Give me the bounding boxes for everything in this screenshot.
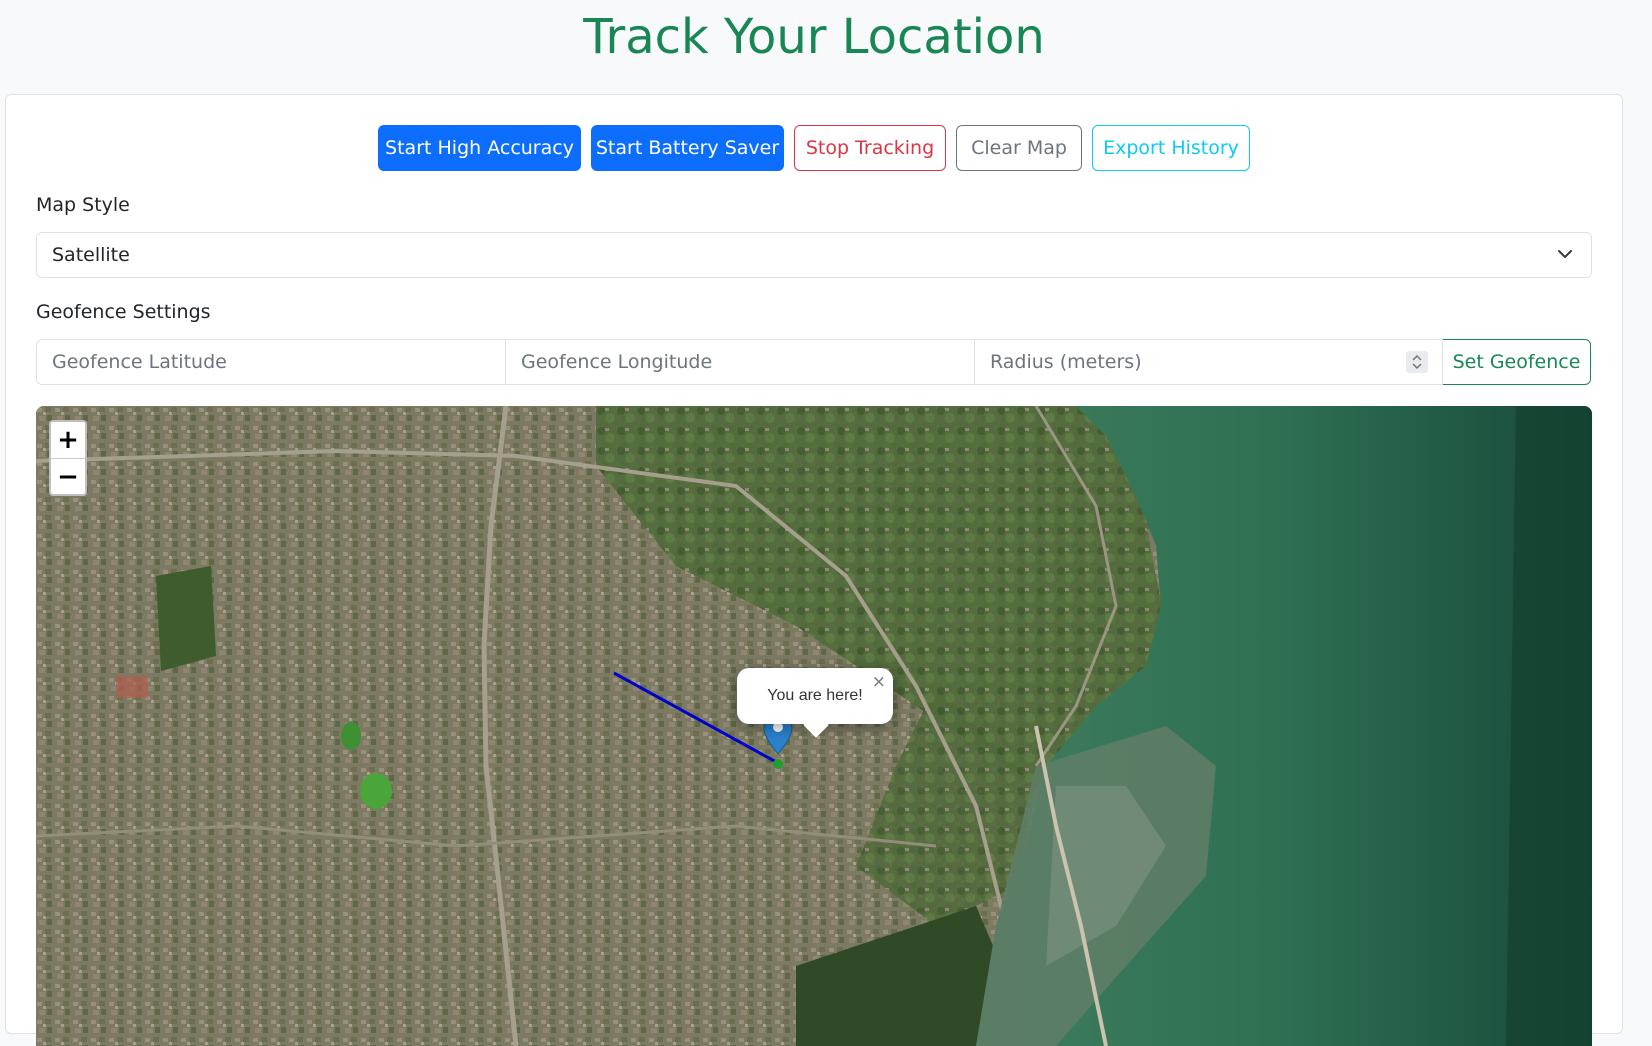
map-style-selected-value: Satellite bbox=[52, 244, 130, 266]
start-battery-saver-button[interactable]: Start Battery Saver bbox=[591, 125, 784, 171]
track-start-point bbox=[773, 759, 783, 769]
geofence-radius-placeholder: Radius (meters) bbox=[990, 351, 1142, 373]
main-card: Start High Accuracy Start Battery Saver … bbox=[5, 94, 1623, 1046]
geofence-latitude-input[interactable]: Geofence Latitude bbox=[36, 339, 506, 385]
zoom-control: + − bbox=[49, 420, 87, 496]
geofence-radius-input[interactable]: Radius (meters) bbox=[974, 339, 1443, 385]
geofence-input-group: Geofence Latitude Geofence Longitude Rad… bbox=[36, 339, 1592, 385]
tracking-button-row: Start High Accuracy Start Battery Saver … bbox=[6, 125, 1622, 171]
set-geofence-button[interactable]: Set Geofence bbox=[1442, 339, 1591, 385]
number-spinner-icon[interactable] bbox=[1406, 351, 1428, 373]
start-high-accuracy-button[interactable]: Start High Accuracy bbox=[378, 125, 581, 171]
location-popup: You are here! × bbox=[737, 668, 893, 738]
zoom-in-button[interactable]: + bbox=[51, 422, 85, 459]
close-icon[interactable]: × bbox=[872, 672, 886, 692]
clear-map-button[interactable]: Clear Map bbox=[956, 125, 1082, 171]
satellite-map[interactable]: + − You are here! × bbox=[36, 406, 1592, 1046]
chevron-down-icon bbox=[1558, 250, 1572, 258]
map-style-label: Map Style bbox=[36, 194, 130, 216]
geofence-settings-label: Geofence Settings bbox=[36, 301, 211, 323]
page-title: Track Your Location bbox=[583, 9, 1045, 65]
zoom-out-button[interactable]: − bbox=[51, 459, 85, 495]
geofence-longitude-placeholder: Geofence Longitude bbox=[521, 351, 713, 373]
geofence-longitude-input[interactable]: Geofence Longitude bbox=[505, 339, 975, 385]
export-history-button[interactable]: Export History bbox=[1092, 125, 1250, 171]
map-style-select[interactable]: Satellite bbox=[36, 232, 1592, 278]
geofence-latitude-placeholder: Geofence Latitude bbox=[52, 351, 227, 373]
stop-tracking-button[interactable]: Stop Tracking bbox=[794, 125, 946, 171]
popup-text: You are here! bbox=[767, 687, 863, 704]
